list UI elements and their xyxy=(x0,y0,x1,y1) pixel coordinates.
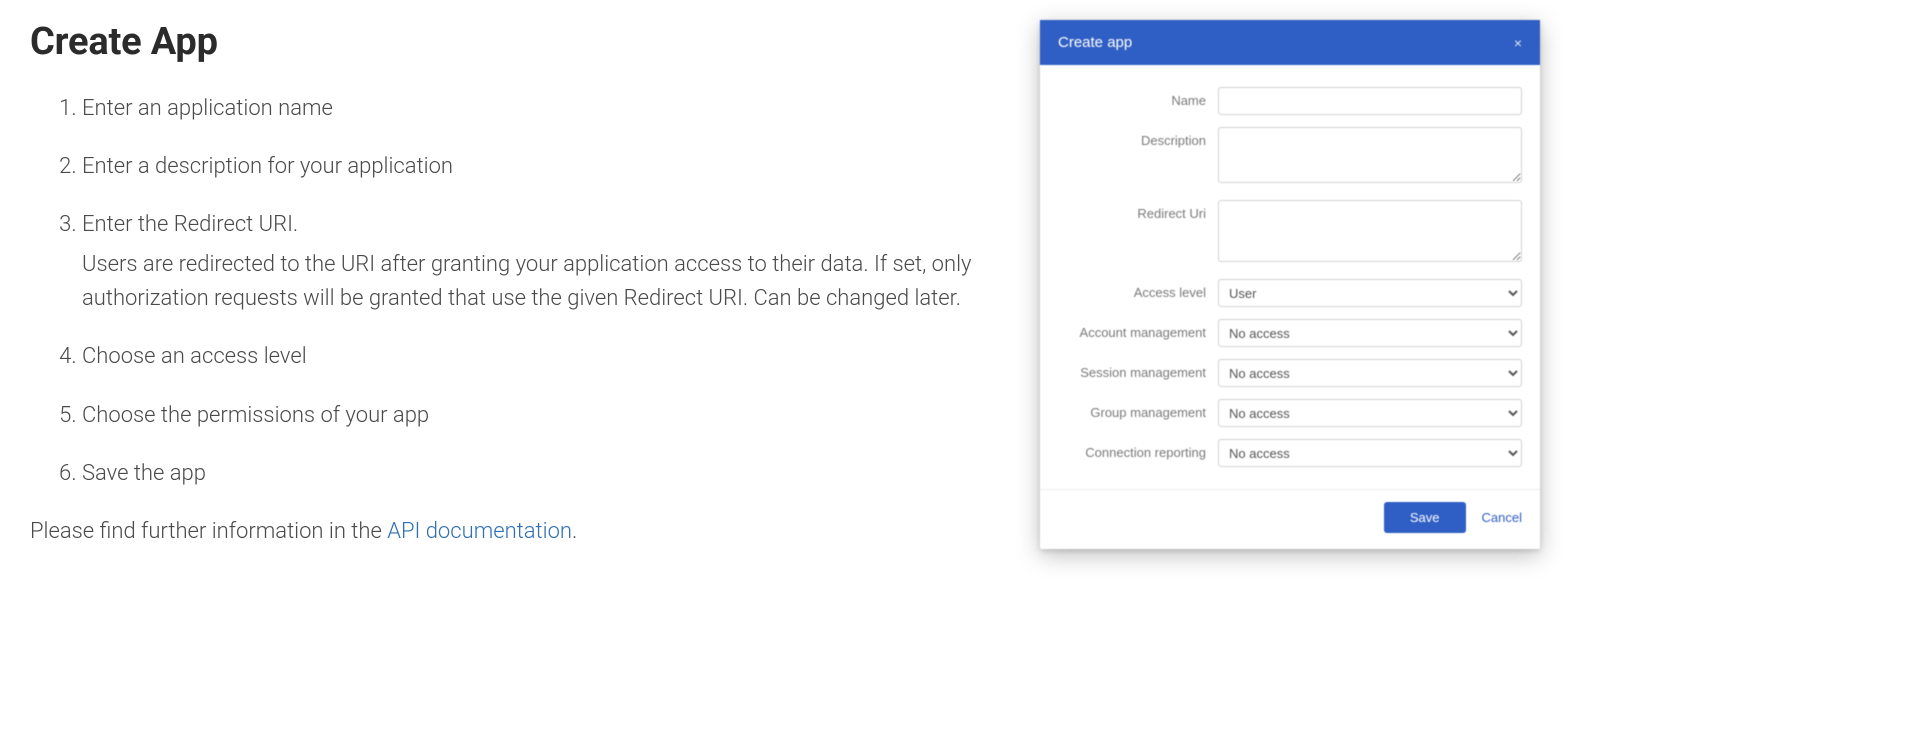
cancel-button[interactable]: Cancel xyxy=(1482,510,1522,525)
list-item-text: Enter a description for your application xyxy=(82,154,453,179)
form-row-description: Description xyxy=(1058,127,1522,188)
account-management-label: Account management xyxy=(1058,319,1218,340)
form-row-group-management: Group management No access xyxy=(1058,399,1522,427)
api-documentation-link[interactable]: API documentation xyxy=(387,519,572,544)
save-button[interactable]: Save xyxy=(1384,502,1466,533)
form-row-access-level: Access level User xyxy=(1058,279,1522,307)
modal-body: Name Description Redirect Uri Access lev… xyxy=(1040,65,1540,489)
close-icon[interactable]: × xyxy=(1514,35,1522,51)
redirect-uri-label: Redirect Uri xyxy=(1058,200,1218,221)
list-item: Enter the Redirect URI. Users are redire… xyxy=(82,208,1000,316)
modal-title: Create app xyxy=(1058,34,1132,51)
group-management-label: Group management xyxy=(1058,399,1218,420)
footnote: Please find further information in the A… xyxy=(30,519,1000,544)
access-level-label: Access level xyxy=(1058,279,1218,300)
modal-header: Create app × xyxy=(1040,20,1540,65)
name-input[interactable] xyxy=(1218,87,1522,115)
connection-reporting-select[interactable]: No access xyxy=(1218,439,1522,467)
page-title: Create App xyxy=(30,20,1000,64)
description-label: Description xyxy=(1058,127,1218,148)
create-app-modal: Create app × Name Description Redirect U… xyxy=(1040,20,1540,549)
list-item-text: Enter an application name xyxy=(82,96,333,121)
connection-reporting-label: Connection reporting xyxy=(1058,439,1218,460)
list-item-text: Choose the permissions of your app xyxy=(82,403,429,428)
list-item-text: Save the app xyxy=(82,461,206,486)
modal-footer: Save Cancel xyxy=(1040,489,1540,549)
list-item: Choose an access level xyxy=(82,340,1000,374)
list-item: Enter a description for your application xyxy=(82,150,1000,184)
form-row-connection-reporting: Connection reporting No access xyxy=(1058,439,1522,467)
form-row-redirect-uri: Redirect Uri xyxy=(1058,200,1522,267)
list-item-text: Enter the Redirect URI. xyxy=(82,212,298,237)
footnote-suffix: . xyxy=(572,519,577,544)
redirect-uri-input[interactable] xyxy=(1218,200,1522,262)
documentation-column: Create App Enter an application name Ent… xyxy=(30,20,1040,736)
list-item-text: Choose an access level xyxy=(82,344,307,369)
session-management-select[interactable]: No access xyxy=(1218,359,1522,387)
footnote-prefix: Please find further information in the xyxy=(30,519,387,544)
screenshot-column: Create app × Name Description Redirect U… xyxy=(1040,20,1900,736)
form-row-session-management: Session management No access xyxy=(1058,359,1522,387)
list-item-detail: Users are redirected to the URI after gr… xyxy=(82,248,1000,316)
name-label: Name xyxy=(1058,87,1218,108)
group-management-select[interactable]: No access xyxy=(1218,399,1522,427)
form-row-name: Name xyxy=(1058,87,1522,115)
instruction-list: Enter an application name Enter a descri… xyxy=(30,92,1000,491)
list-item: Choose the permissions of your app xyxy=(82,399,1000,433)
form-row-account-management: Account management No access xyxy=(1058,319,1522,347)
access-level-select[interactable]: User xyxy=(1218,279,1522,307)
description-input[interactable] xyxy=(1218,127,1522,183)
account-management-select[interactable]: No access xyxy=(1218,319,1522,347)
list-item: Enter an application name xyxy=(82,92,1000,126)
list-item: Save the app xyxy=(82,457,1000,491)
session-management-label: Session management xyxy=(1058,359,1218,380)
